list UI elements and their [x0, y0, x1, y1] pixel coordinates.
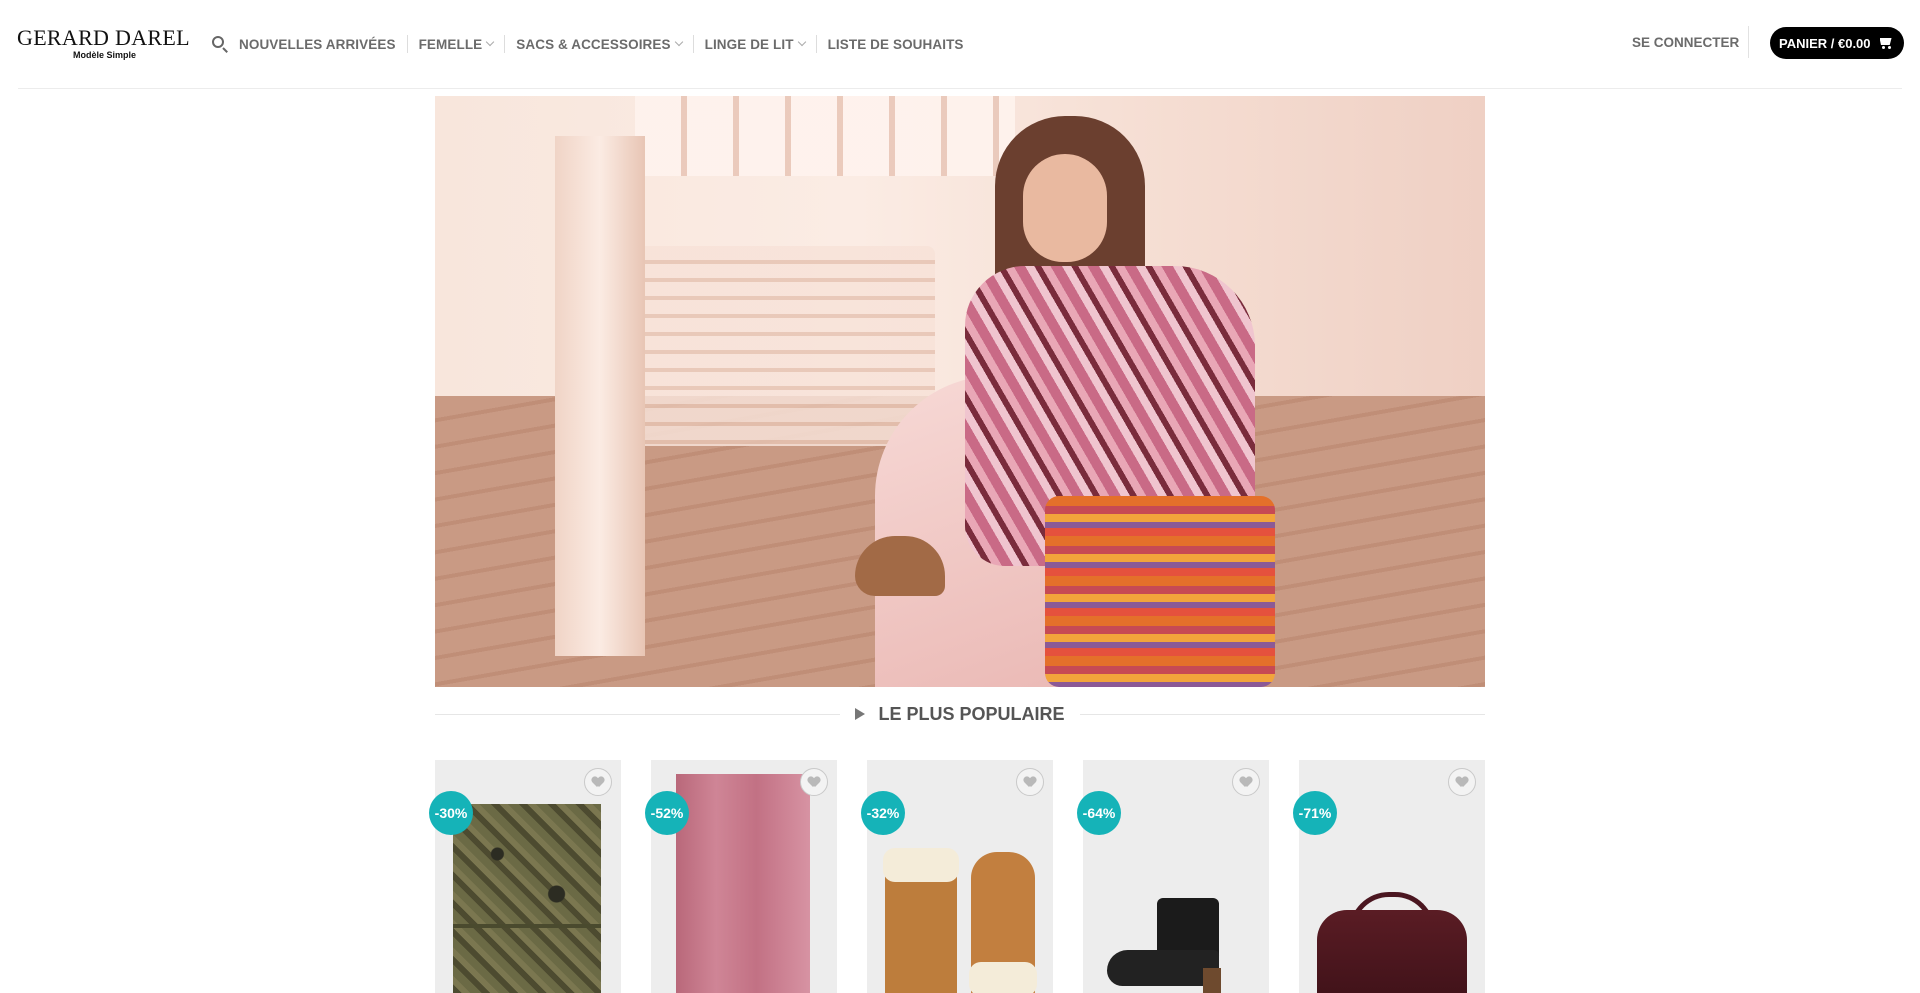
discount-badge: -64% — [1077, 791, 1121, 835]
logo-wordmark: GERARD DAREL — [17, 25, 190, 50]
section-heading: LE PLUS POPULAIRE — [435, 702, 1485, 726]
product-card[interactable]: -64% — [1077, 760, 1269, 993]
wishlist-heart-icon[interactable] — [584, 768, 612, 796]
section-title: LE PLUS POPULAIRE — [840, 704, 1079, 725]
cart-label: PANIER / €0.00 — [1779, 35, 1871, 51]
nav-item-wishlist[interactable]: LISTE DE SOUHAITS — [828, 37, 964, 52]
hero-banner-image[interactable] — [435, 96, 1485, 687]
nav-divider — [815, 35, 817, 53]
nav-divider — [692, 35, 694, 53]
glove-image — [883, 848, 959, 993]
product-card[interactable]: -71% — [1293, 760, 1485, 993]
nav-divider — [406, 35, 408, 53]
nav-item-label: LINGE DE LIT — [704, 36, 794, 52]
cart-icon — [1878, 36, 1894, 50]
nav-divider — [504, 35, 506, 53]
nav-item-label: SACS & ACCESSOIRES — [516, 36, 671, 52]
header-divider-line — [18, 88, 1902, 89]
nav-item-bed-linen[interactable]: LINGE DE LIT — [704, 36, 806, 52]
chevron-down-icon — [797, 37, 806, 47]
boot-image — [1107, 898, 1245, 993]
handbag-image — [1317, 910, 1467, 993]
discount-badge: -32% — [861, 791, 905, 835]
wishlist-heart-icon[interactable] — [1016, 768, 1044, 796]
cart-button[interactable]: PANIER / €0.00 — [1770, 27, 1904, 59]
header-divider — [1748, 26, 1749, 58]
discount-badge: -71% — [1293, 791, 1337, 835]
brand-logo[interactable]: GERARD DAREL Modèle Simple — [17, 25, 190, 61]
search-icon[interactable] — [211, 35, 229, 53]
glove-image — [969, 852, 1037, 993]
nav-item-label: FEMELLE — [418, 36, 483, 52]
site-header: GERARD DAREL Modèle Simple NOUVELLES ARR… — [0, 0, 1920, 88]
discount-badge: -52% — [645, 791, 689, 835]
heading-rule — [435, 713, 841, 715]
play-icon — [855, 708, 866, 720]
wishlist-heart-icon[interactable] — [1448, 768, 1476, 796]
product-card[interactable]: -30% — [429, 760, 621, 993]
logo-tagline: Modèle Simple — [72, 50, 136, 60]
nav-item-women[interactable]: FEMELLE — [418, 36, 495, 52]
product-card[interactable]: -52% — [645, 760, 837, 993]
nav-item-bags-accessories[interactable]: SACS & ACCESSOIRES — [516, 36, 683, 52]
product-card[interactable]: -32% — [861, 760, 1053, 993]
wishlist-heart-icon[interactable] — [800, 768, 828, 796]
section-title-text: LE PLUS POPULAIRE — [878, 703, 1065, 724]
wishlist-heart-icon[interactable] — [1232, 768, 1260, 796]
hero-model-figure — [855, 116, 1295, 687]
scarf-image — [453, 804, 601, 993]
nav-item-label: LISTE DE SOUHAITS — [827, 36, 964, 52]
heading-rule — [1079, 713, 1485, 715]
nav-item-label: NOUVELLES ARRIVÉES — [239, 36, 396, 52]
nav-item-new-arrivals[interactable]: NOUVELLES ARRIVÉES — [239, 37, 396, 52]
chevron-down-icon — [486, 37, 495, 47]
login-link[interactable]: SE CONNECTER — [1632, 35, 1739, 50]
scarf-image — [676, 774, 810, 993]
chevron-down-icon — [674, 37, 683, 47]
main-nav: NOUVELLES ARRIVÉES FEMELLE SACS & ACCESS… — [211, 30, 964, 58]
discount-badge: -30% — [429, 791, 473, 835]
